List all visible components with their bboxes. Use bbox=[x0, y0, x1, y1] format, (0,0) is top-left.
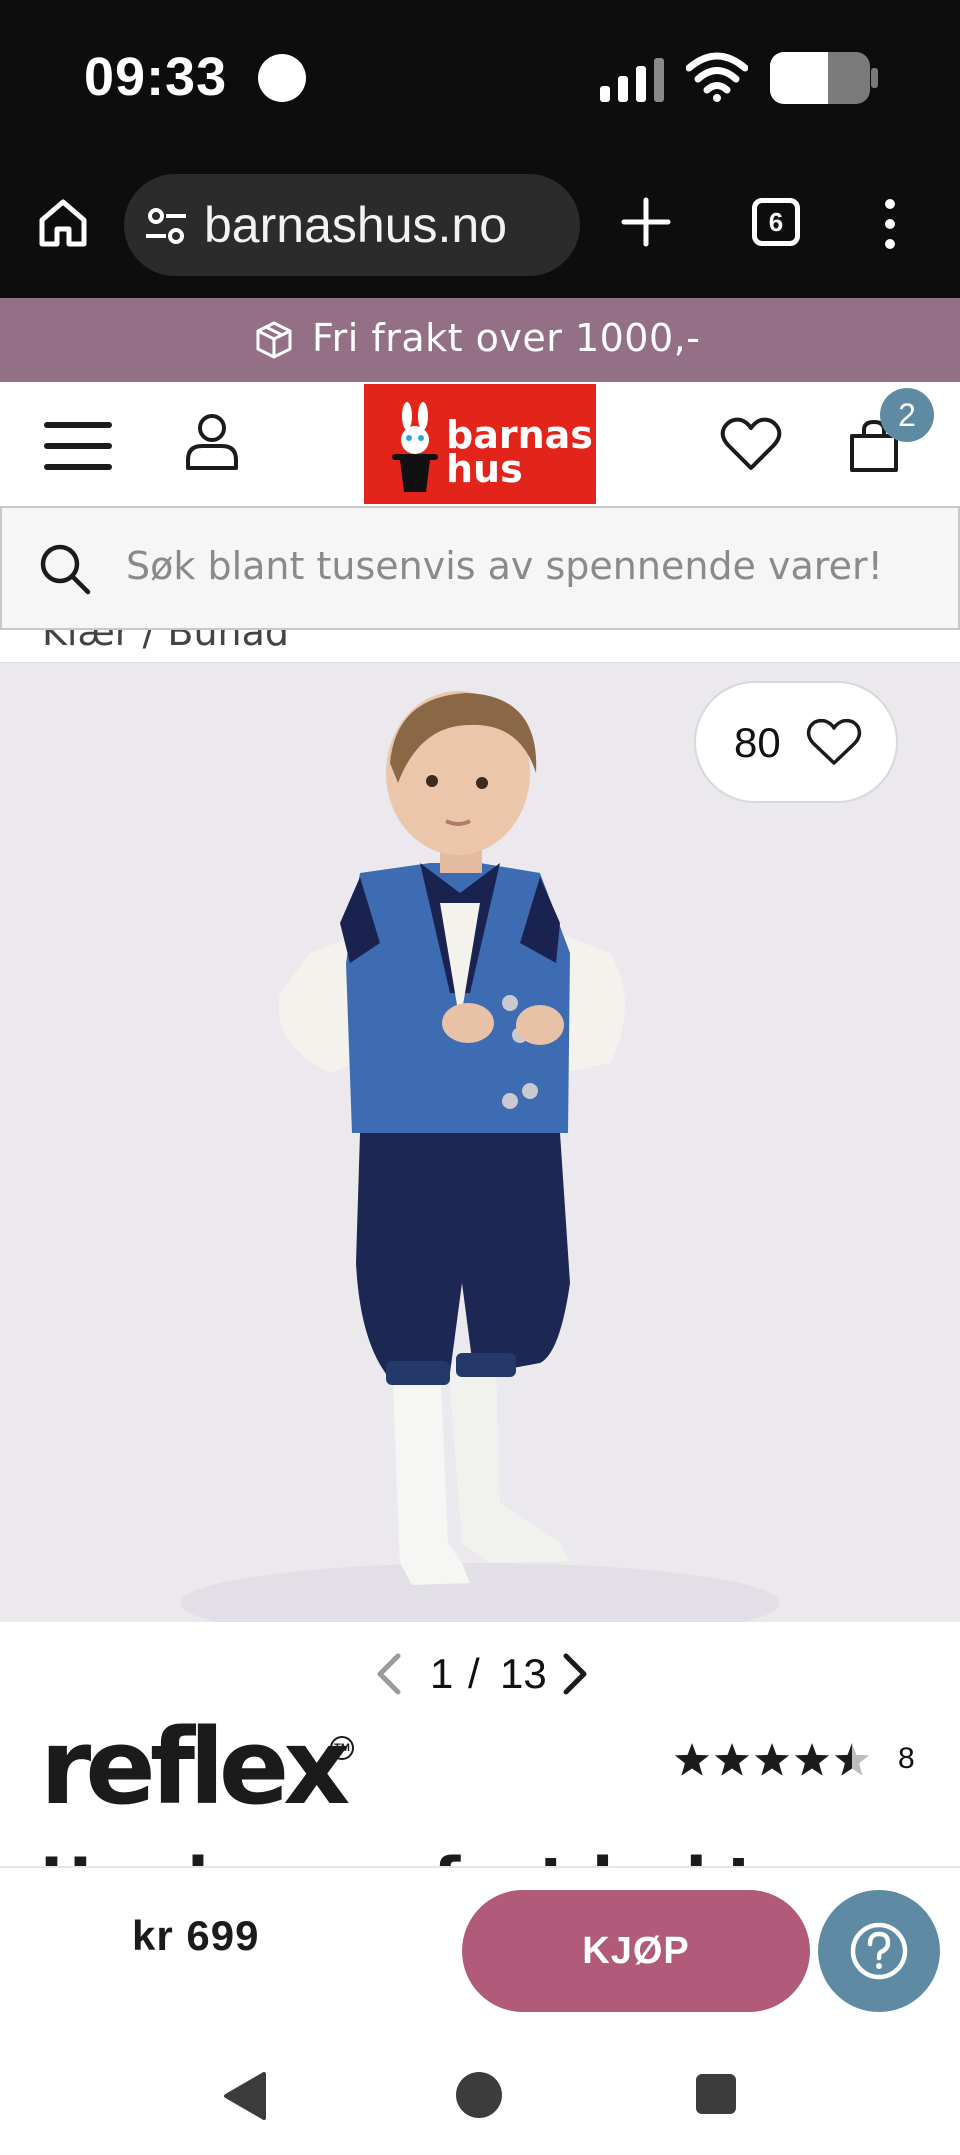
search-icon bbox=[40, 544, 91, 595]
new-tab-icon[interactable] bbox=[618, 194, 674, 250]
site-header: barnas hus 2 bbox=[0, 382, 960, 506]
breadcrumb: Klær / Bunad bbox=[0, 630, 960, 662]
product-rating[interactable]: 8 bbox=[672, 1736, 932, 1784]
status-time: 09:33 bbox=[84, 47, 228, 107]
total-images: 13 bbox=[500, 1650, 547, 1697]
hamburger-menu-icon[interactable] bbox=[44, 420, 112, 472]
image-pager: 1 / 13 bbox=[360, 1640, 600, 1710]
rating-stars bbox=[674, 1743, 870, 1776]
site-settings-icon[interactable] bbox=[144, 204, 188, 248]
product-photo bbox=[0, 663, 960, 1622]
package-icon bbox=[256, 321, 292, 359]
rating-star-3 bbox=[754, 1743, 790, 1776]
rating-star-4 bbox=[794, 1743, 830, 1776]
more-options-icon[interactable] bbox=[880, 196, 900, 252]
back-icon[interactable] bbox=[222, 2072, 266, 2120]
url-text: barnashus.no bbox=[204, 197, 508, 253]
rating-star-1 bbox=[674, 1743, 710, 1776]
rating-count: 8 bbox=[898, 1742, 915, 1775]
favorite-button[interactable]: 80 bbox=[694, 681, 898, 803]
rating-star-2 bbox=[714, 1743, 750, 1776]
heart-icon bbox=[806, 718, 862, 765]
cart-count-badge: 2 bbox=[880, 388, 934, 442]
shipping-text: Fri frakt over 1000,- bbox=[312, 316, 701, 360]
product-title: Hardanger festdrakt bbox=[40, 1844, 756, 1868]
logo-text-line2: hus bbox=[446, 447, 523, 491]
bunny-hat-logo-icon bbox=[392, 402, 438, 492]
recent-apps-button[interactable] bbox=[696, 2074, 736, 2114]
buy-button[interactable]: KJØP bbox=[462, 1890, 810, 2012]
help-icon bbox=[850, 1922, 908, 1980]
pager-separator: / bbox=[468, 1650, 480, 1697]
help-button[interactable] bbox=[818, 1890, 940, 2012]
product-price: kr 699 bbox=[132, 1912, 260, 1959]
brand-logo[interactable]: reflex TM bbox=[40, 1706, 380, 1828]
search-input[interactable]: Søk blant tusenvis av spennende varer! bbox=[126, 544, 883, 588]
breadcrumb-text[interactable]: Klær / Bunad bbox=[42, 630, 289, 654]
home-icon[interactable] bbox=[36, 196, 90, 250]
address-bar[interactable]: barnashus.no bbox=[124, 174, 580, 276]
wifi-icon bbox=[686, 52, 748, 102]
system-navigation-bar bbox=[0, 2020, 960, 2155]
status-bar: 09:33 bbox=[0, 0, 960, 160]
buy-bar: kr 699 KJØP bbox=[0, 1866, 960, 2020]
favorite-count: 80 bbox=[734, 719, 781, 766]
current-image-index: 1 bbox=[430, 1650, 454, 1697]
product-title-container: Hardanger festdrakt bbox=[0, 1844, 960, 1868]
brand-name: reflex bbox=[40, 1706, 350, 1828]
home-button[interactable] bbox=[456, 2072, 502, 2118]
tab-switcher-button[interactable]: 6 bbox=[752, 198, 800, 246]
site-logo[interactable]: barnas hus bbox=[364, 384, 596, 504]
shipping-banner: Fri frakt over 1000,- bbox=[0, 298, 960, 382]
browser-toolbar: barnashus.no 6 bbox=[0, 160, 960, 298]
trademark-mark: TM bbox=[330, 1736, 354, 1760]
recording-dot-icon bbox=[258, 54, 306, 102]
chevron-right-icon[interactable] bbox=[560, 1652, 590, 1696]
signal-icon bbox=[600, 58, 664, 102]
rating-star-5 bbox=[834, 1743, 870, 1776]
search-bar[interactable]: Søk blant tusenvis av spennende varer! bbox=[0, 506, 960, 630]
product-image-gallery[interactable]: 80 bbox=[0, 662, 960, 1622]
battery-icon bbox=[770, 52, 878, 104]
wishlist-heart-icon[interactable] bbox=[720, 416, 782, 472]
account-icon[interactable] bbox=[184, 412, 240, 472]
chevron-left-icon[interactable] bbox=[374, 1652, 404, 1696]
